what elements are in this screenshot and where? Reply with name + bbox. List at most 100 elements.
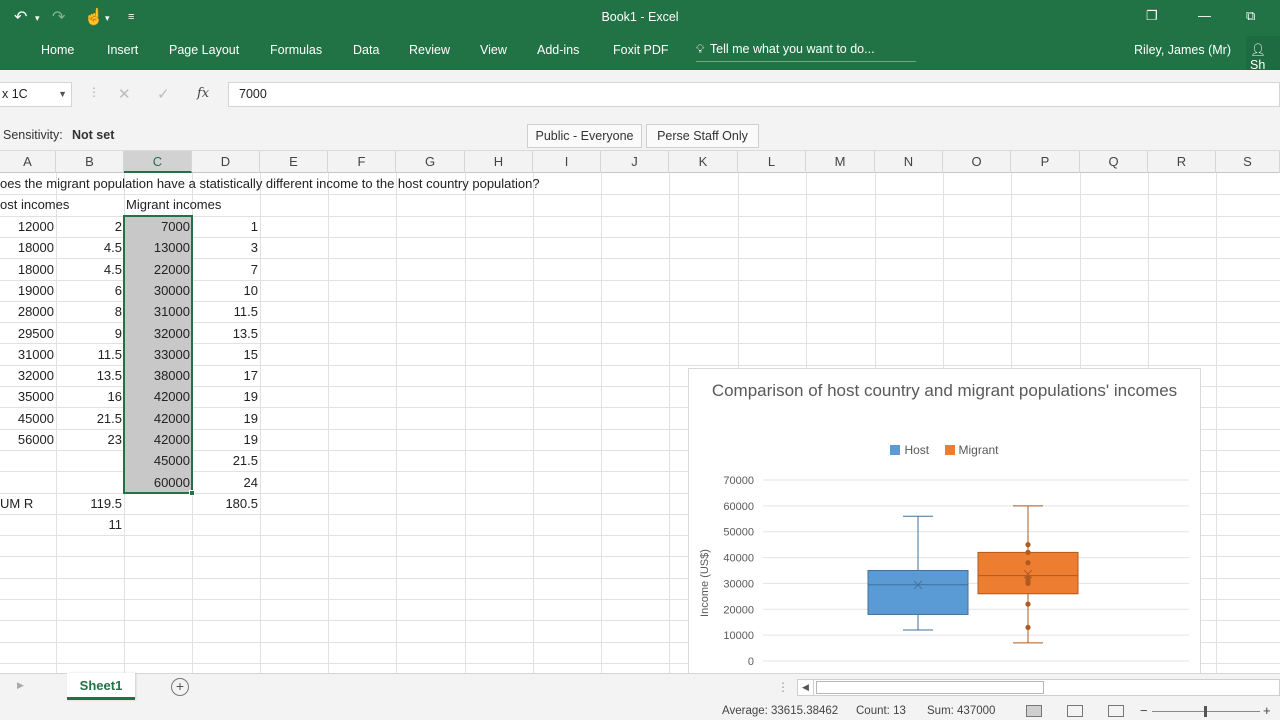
restore-icon[interactable]: ⧉	[1246, 8, 1255, 24]
sum-b-cell[interactable]: 119.5	[56, 493, 122, 514]
cell-c[interactable]: 7000	[124, 216, 190, 237]
ribbon-display-options-icon[interactable]: ❐	[1146, 8, 1158, 24]
status-count[interactable]: Count: 13	[856, 705, 906, 717]
cell-d[interactable]: 13.5	[192, 323, 258, 344]
cell-b[interactable]: 23	[56, 429, 122, 450]
cell-c[interactable]: 30000	[124, 280, 190, 301]
tab-formulas[interactable]: Formulas	[270, 43, 322, 57]
cell-c[interactable]: 31000	[124, 301, 190, 322]
box-plot-chart[interactable]: Comparison of host country and migrant p…	[688, 368, 1201, 673]
public-everyone-button[interactable]: Public - Everyone	[527, 124, 642, 148]
zoom-in-icon[interactable]: +	[1263, 703, 1271, 718]
cell-a[interactable]: 28000	[0, 301, 54, 322]
tab-insert[interactable]: Insert	[107, 43, 138, 57]
cell-a[interactable]: 35000	[0, 386, 54, 407]
cell-b[interactable]: 21.5	[56, 408, 122, 429]
scroll-thumb[interactable]	[816, 681, 1044, 694]
name-box-dropdown-icon[interactable]: ▼	[58, 89, 67, 99]
tab-page-layout[interactable]: Page Layout	[169, 43, 239, 57]
cancel-icon[interactable]: ✕	[118, 85, 131, 103]
tell-me-search[interactable]: 💡︎ Tell me what you want to do...	[696, 42, 916, 62]
question-cell[interactable]: oes the migrant population have a statis…	[0, 173, 540, 194]
tab-foxit-pdf[interactable]: Foxit PDF	[613, 43, 669, 57]
migrant-header-cell[interactable]: Migrant incomes	[126, 194, 221, 215]
cell-c[interactable]: 45000	[124, 450, 190, 471]
worksheet-grid[interactable]: oes the migrant population have a statis…	[0, 173, 1280, 673]
cell-a[interactable]: 18000	[0, 237, 54, 258]
cell-a[interactable]: 29500	[0, 323, 54, 344]
enter-icon[interactable]: ✓	[157, 85, 170, 103]
zoom-slider-knob[interactable]	[1204, 706, 1207, 717]
status-average[interactable]: Average: 33615.38462	[722, 705, 838, 717]
count-b-cell[interactable]: 11	[56, 514, 123, 535]
column-header-i[interactable]: I	[533, 151, 601, 173]
cell-a[interactable]: 19000	[0, 280, 54, 301]
name-box[interactable]: x 1C ▼	[0, 82, 72, 107]
scroll-left-icon[interactable]: ◀	[798, 680, 814, 695]
cell-c[interactable]: 42000	[124, 429, 190, 450]
column-header-f[interactable]: F	[328, 151, 396, 173]
cell-c[interactable]: 22000	[124, 259, 190, 280]
tab-home[interactable]: Home	[41, 43, 74, 57]
formula-bar-grip-icon[interactable]: ⋮	[88, 85, 100, 99]
cell-b[interactable]: 9	[56, 323, 122, 344]
column-header-p[interactable]: P	[1011, 151, 1080, 173]
column-header-g[interactable]: G	[396, 151, 465, 173]
minimize-icon[interactable]: —	[1198, 8, 1211, 23]
cell-c[interactable]: 32000	[124, 323, 190, 344]
column-header-h[interactable]: H	[465, 151, 533, 173]
sum-d-cell[interactable]: 180.5	[192, 493, 258, 514]
add-sheet-icon[interactable]: +	[171, 678, 189, 696]
column-header-c[interactable]: C	[124, 151, 192, 173]
host-header-cell[interactable]: ost incomes	[0, 194, 69, 215]
cell-c[interactable]: 13000	[124, 237, 190, 258]
zoom-out-icon[interactable]: −	[1140, 703, 1148, 718]
cell-c[interactable]: 42000	[124, 386, 190, 407]
cell-d[interactable]: 15	[192, 344, 258, 365]
cell-c[interactable]: 42000	[124, 408, 190, 429]
cell-b[interactable]: 6	[56, 280, 122, 301]
normal-view-icon[interactable]	[1026, 705, 1042, 717]
formula-input[interactable]: 7000	[228, 82, 1280, 107]
cell-b[interactable]: 2	[56, 216, 122, 237]
cell-b[interactable]: 4.5	[56, 237, 122, 258]
column-header-q[interactable]: Q	[1080, 151, 1148, 173]
cell-d[interactable]: 10	[192, 280, 258, 301]
cell-d[interactable]: 19	[192, 408, 258, 429]
cell-c[interactable]: 38000	[124, 365, 190, 386]
cell-d[interactable]: 3	[192, 237, 258, 258]
perse-staff-only-button[interactable]: Perse Staff Only	[646, 124, 759, 148]
tab-split-icon[interactable]: ⋮	[777, 680, 789, 694]
page-break-view-icon[interactable]	[1108, 705, 1124, 717]
cell-a[interactable]: 31000	[0, 344, 54, 365]
cell-d[interactable]: 7	[192, 259, 258, 280]
column-header-d[interactable]: D	[192, 151, 260, 173]
column-header-j[interactable]: J	[601, 151, 669, 173]
tab-view[interactable]: View	[480, 43, 507, 57]
column-header-a[interactable]: A	[0, 151, 56, 173]
cell-a[interactable]: 18000	[0, 259, 54, 280]
cell-c[interactable]: 33000	[124, 344, 190, 365]
cell-d[interactable]: 11.5	[192, 301, 258, 322]
cell-d[interactable]: 24	[192, 472, 258, 493]
column-header-e[interactable]: E	[260, 151, 328, 173]
cell-b[interactable]: 8	[56, 301, 122, 322]
cell-d[interactable]: 19	[192, 386, 258, 407]
column-header-l[interactable]: L	[738, 151, 806, 173]
cell-c[interactable]: 60000	[124, 472, 190, 493]
cell-b[interactable]: 4.5	[56, 259, 122, 280]
column-header-o[interactable]: O	[943, 151, 1011, 173]
cell-a[interactable]: 45000	[0, 408, 54, 429]
tab-review[interactable]: Review	[409, 43, 450, 57]
cell-a[interactable]: 56000	[0, 429, 54, 450]
column-header-b[interactable]: B	[56, 151, 124, 173]
cell-b[interactable]: 11.5	[56, 344, 122, 365]
cell-d[interactable]: 17	[192, 365, 258, 386]
tab-add-ins[interactable]: Add-ins	[537, 43, 579, 57]
column-header-n[interactable]: N	[875, 151, 943, 173]
tab-data[interactable]: Data	[353, 43, 379, 57]
sheet-nav-icon[interactable]: ▶	[17, 680, 24, 691]
share-button[interactable]: 👤︎Sh	[1246, 36, 1280, 72]
cell-b[interactable]: 16	[56, 386, 122, 407]
cell-a[interactable]: 32000	[0, 365, 54, 386]
